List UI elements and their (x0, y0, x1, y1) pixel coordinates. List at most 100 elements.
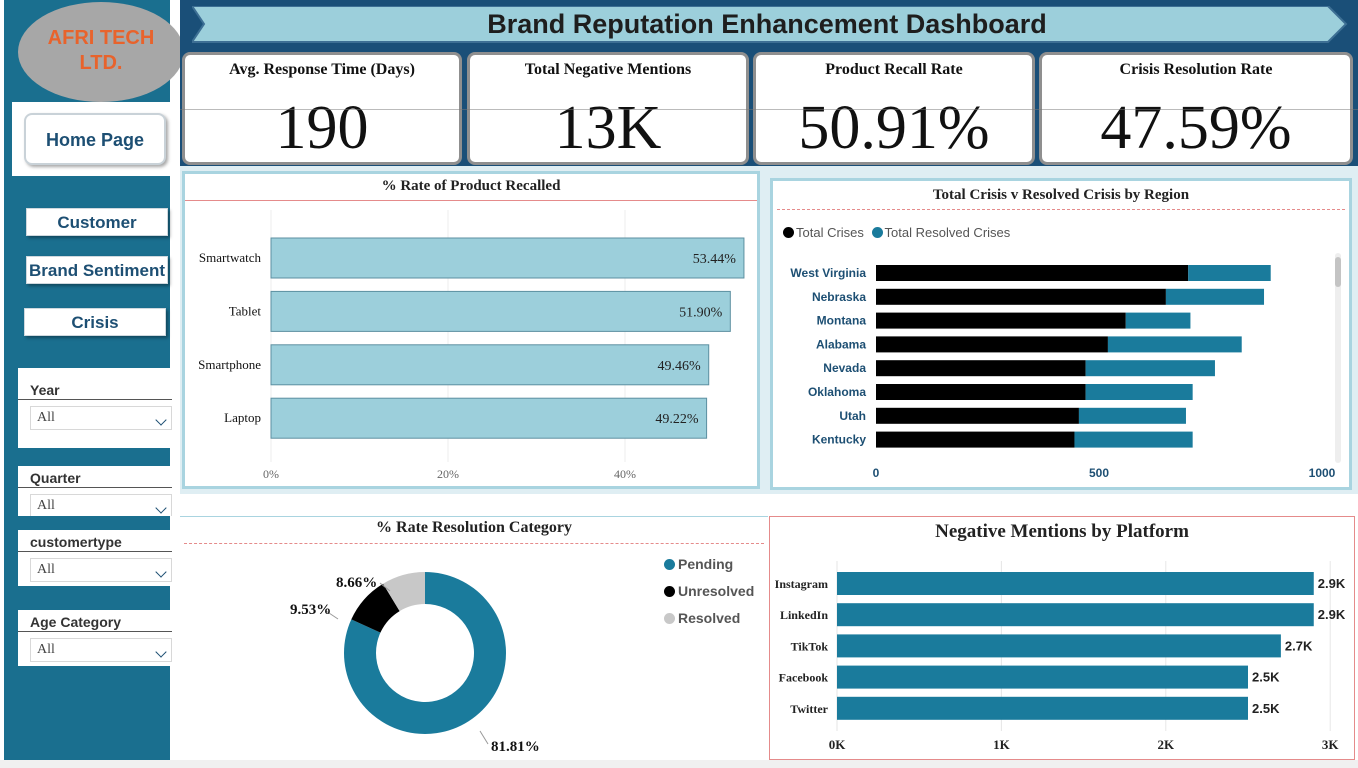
year-dropdown-value: All (37, 410, 55, 425)
bar-segment (876, 407, 1079, 424)
chevron-down-icon (155, 414, 167, 426)
region-legend: Total Crises Total Resolved Crises (783, 225, 1010, 240)
chart-title: Negative Mentions by Platform (935, 521, 1189, 542)
quarter-dropdown[interactable]: All (30, 494, 172, 516)
x-tick-label: 0 (873, 466, 880, 480)
bar-category-label: Tablet (229, 303, 262, 318)
customertype-dropdown[interactable]: All (30, 558, 172, 582)
kpi-label: Avg. Response Time (Days) (229, 61, 415, 78)
chart-title: % Rate of Product Recalled (381, 178, 561, 194)
company-name-line2: LTD. (79, 52, 123, 74)
x-tick-label: 0% (263, 467, 279, 481)
kpi-label: Product Recall Rate (825, 61, 963, 78)
recall-bar-chart: 0% 20% 40% Smartwatch 53.44% Tablet 51.90% Smar… (198, 210, 745, 481)
bar-category-label: Smartphone (198, 357, 261, 372)
bar-value-label: 2.9K (1318, 576, 1346, 591)
region-label: Oklahoma (808, 385, 866, 399)
leader-line (479, 730, 489, 745)
age-category-slicer: Age Category All (18, 610, 172, 666)
x-tick-label: 1000 (1309, 466, 1336, 480)
bar (270, 290, 731, 332)
x-tick-label: 3K (1322, 737, 1340, 752)
legend-dot (664, 559, 675, 570)
slice-value-label: 8.66% (336, 575, 377, 591)
quarter-slicer: Quarter All (18, 466, 172, 516)
sidebar-band (4, 666, 170, 768)
legend-label-resolved: Total Resolved Crises (884, 225, 1011, 240)
legend-label-total: Total Crises (796, 225, 864, 240)
platform-label: LinkedIn (780, 608, 828, 622)
quarter-slicer-label: Quarter (18, 466, 172, 488)
home-page-button[interactable]: Home Page (24, 113, 166, 165)
resolution-donut-chart: 81.81% 9.53% 8.66% (290, 572, 540, 755)
region-crisis-panel: Total Crisis v Resolved Crisis by Region… (770, 178, 1352, 490)
sidebar-band (4, 516, 170, 530)
bar-segment (1165, 288, 1265, 305)
product-recalled-panel: % Rate of Product Recalled 0% 20% 40% Smart… (182, 171, 760, 489)
bar-segment (876, 288, 1166, 305)
legend-dot (664, 613, 675, 624)
region-label: Montana (817, 314, 867, 328)
chevron-down-icon (155, 566, 167, 578)
bar-value-label: 49.46% (658, 359, 702, 374)
kpi-label: Crisis Resolution Rate (1119, 61, 1273, 78)
crisis-button[interactable]: Crisis (24, 308, 166, 336)
bar-segment (1107, 336, 1242, 353)
age-category-dropdown-value: All (37, 642, 55, 657)
bar (270, 397, 708, 439)
customer-button[interactable]: Customer (26, 208, 168, 236)
title-divider (184, 543, 764, 544)
company-logo: AFRI TECH LTD. (18, 2, 184, 102)
bar (837, 665, 1248, 689)
platform-label: TikTok (791, 639, 829, 653)
brand-sentiment-button[interactable]: Brand Sentiment (26, 256, 168, 284)
legend-label: Unresolved (678, 583, 755, 599)
bar-value-label: 49.22% (655, 412, 699, 427)
age-category-dropdown[interactable]: All (30, 638, 172, 662)
bar-value-label: 51.90% (679, 305, 723, 320)
bar (837, 634, 1281, 658)
year-dropdown[interactable]: All (30, 406, 172, 430)
slice-value-label: 81.81% (491, 739, 540, 755)
company-name-line1: AFRI TECH (47, 27, 155, 49)
bottom-strip (0, 760, 1358, 768)
title-divider (777, 209, 1345, 210)
region-label: Alabama (816, 337, 866, 351)
region-label: West Virginia (790, 266, 866, 280)
chevron-down-icon (155, 646, 167, 658)
region-label: Nevada (823, 361, 866, 375)
legend-item-resolved: Resolved (664, 610, 740, 626)
bar-segment (1085, 360, 1215, 377)
x-tick-label: 500 (1089, 466, 1109, 480)
year-slicer: Year All (18, 378, 172, 442)
bar-segment (876, 384, 1086, 400)
bar-value-label: 2.5K (1252, 670, 1280, 685)
resolution-category-panel: % Rate Resolution Category 81.81% 9.53% 8.… (180, 516, 768, 760)
scrollbar-track[interactable] (1335, 253, 1341, 463)
bar-value-label: 53.44% (693, 252, 737, 267)
customertype-slicer: customertype All (18, 530, 172, 586)
year-slicer-label: Year (18, 378, 172, 400)
x-tick-label: 1K (993, 737, 1011, 752)
region-label: Kentucky (812, 433, 866, 447)
x-tick-label: 2K (1157, 737, 1175, 752)
bar-value-label: 2.7K (1285, 638, 1313, 653)
scrollbar-thumb[interactable] (1335, 257, 1341, 287)
region-bar-chart: 0 500 1000 West Virginia Nebraska Montana Alab… (790, 265, 1336, 480)
legend-label: Pending (678, 556, 734, 572)
platform-label: Twitter (790, 702, 828, 716)
chart-title: Total Crisis v Resolved Crisis by Region (932, 187, 1190, 203)
kpi-label: Total Negative Mentions (524, 61, 692, 78)
bar-segment (1078, 407, 1186, 424)
slice-value-label: 9.53% (290, 602, 331, 618)
bar-segment (876, 431, 1075, 448)
age-category-slicer-label: Age Category (18, 610, 172, 632)
bar-segment (1188, 265, 1271, 281)
bar (270, 237, 745, 279)
bar-segment (876, 360, 1086, 377)
region-label: Utah (839, 409, 866, 423)
x-tick-label: 40% (614, 467, 636, 481)
platform-label: Instagram (775, 577, 828, 591)
sidebar-band (4, 586, 170, 610)
page-title: Brand Reputation Enhancement Dashboard (487, 9, 1047, 39)
